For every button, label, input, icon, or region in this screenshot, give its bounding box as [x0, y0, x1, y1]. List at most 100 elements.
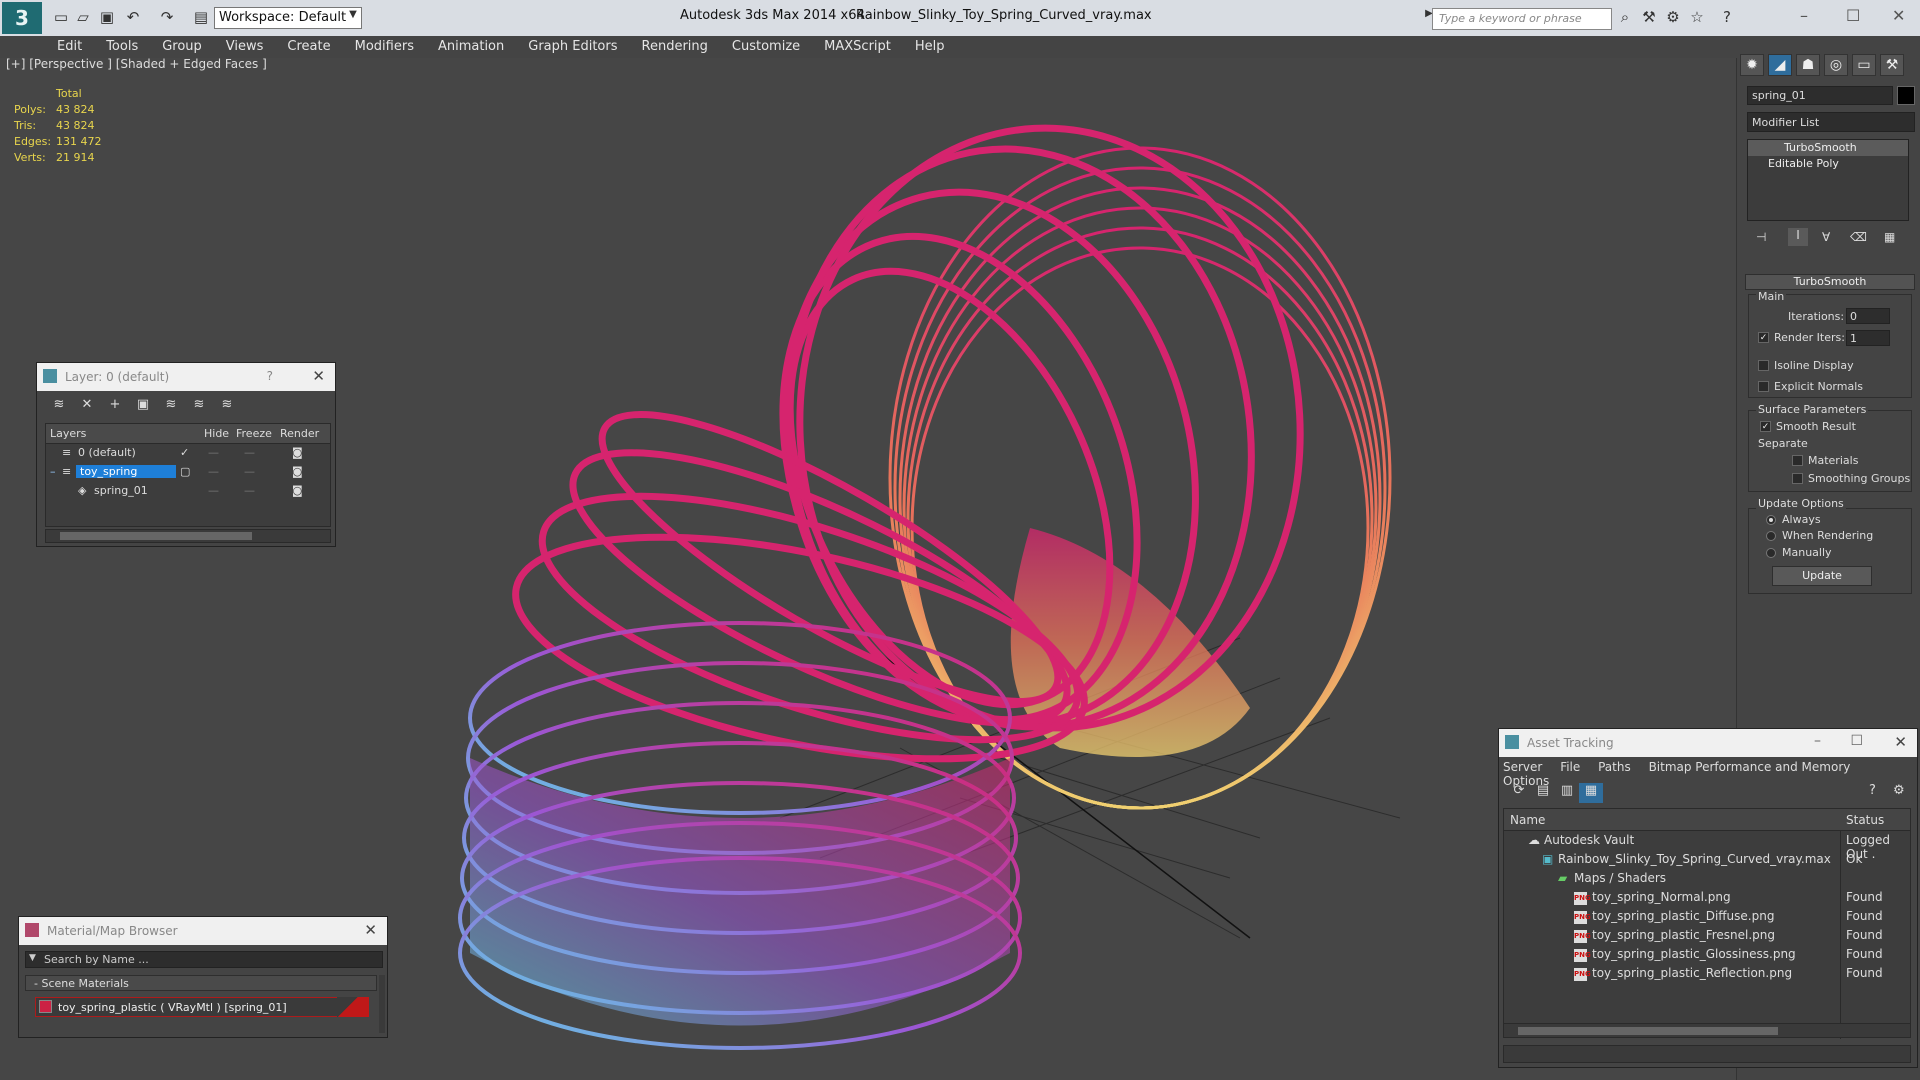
explicit-normals-checkbox[interactable]: [1758, 381, 1769, 392]
menu-animation[interactable]: Animation: [426, 36, 516, 58]
render-toggle-icon[interactable]: ◙: [292, 446, 303, 459]
thumbnail-view-icon[interactable]: ▥: [1555, 783, 1579, 803]
hierarchy-tab-icon[interactable]: ☗: [1796, 54, 1820, 76]
smooth-result-checkbox[interactable]: ✓: [1760, 421, 1771, 432]
asset-row[interactable]: PNG toy_spring_plastic_Fresnel.png Found: [1504, 926, 1910, 945]
subscription-icon[interactable]: ⚒: [1640, 8, 1658, 28]
workspace-dropdown[interactable]: Workspace: Default: [214, 7, 362, 29]
materials-checkbox[interactable]: [1792, 455, 1803, 466]
help-icon[interactable]: ?: [1718, 8, 1736, 28]
create-tab-icon[interactable]: ✹: [1740, 54, 1764, 76]
pin-stack-icon[interactable]: ⊣: [1756, 230, 1766, 244]
hide-toggle[interactable]: —: [208, 446, 219, 459]
hide-column[interactable]: Hide: [204, 427, 229, 440]
new-file-icon[interactable]: ▭: [52, 8, 70, 28]
always-radio[interactable]: [1766, 515, 1776, 525]
maximize-icon[interactable]: ☐: [1850, 733, 1863, 749]
menu-group[interactable]: Group: [150, 36, 214, 58]
show-end-result-icon[interactable]: I: [1788, 228, 1808, 246]
scrollbar-thumb[interactable]: [60, 532, 252, 540]
redo-icon[interactable]: ↷: [158, 8, 176, 28]
asset-row[interactable]: PNG toy_spring_plastic_Diffuse.png Found: [1504, 907, 1910, 926]
asset-row[interactable]: PNG toy_spring_plastic_Reflection.png Fo…: [1504, 964, 1910, 983]
menu-paths[interactable]: Paths: [1598, 760, 1631, 774]
menu-customize[interactable]: Customize: [720, 36, 812, 58]
layer-row[interactable]: ◈ spring_01 — — ◙: [46, 482, 330, 501]
hide-toggle[interactable]: —: [208, 465, 219, 478]
close-icon[interactable]: ✕: [312, 367, 325, 385]
search-input[interactable]: Type a keyword or phrase: [1432, 8, 1612, 30]
layer-row[interactable]: – ≡ toy_spring ▢ — — ◙: [46, 463, 330, 482]
freeze-toggle[interactable]: —: [244, 465, 255, 478]
asset-horizontal-scrollbar[interactable]: [1504, 1023, 1910, 1037]
communication-icon[interactable]: ⚙: [1664, 8, 1682, 28]
when-rendering-radio[interactable]: [1766, 531, 1776, 541]
minimize-icon[interactable]: –: [1800, 6, 1808, 25]
freeze-column[interactable]: Freeze: [236, 427, 272, 440]
material-search-input[interactable]: Search by Name ...: [25, 951, 383, 968]
close-icon[interactable]: ✕: [1892, 6, 1905, 25]
material-item[interactable]: toy_spring_plastic ( VRayMtl ) [spring_0…: [35, 997, 369, 1017]
menu-help[interactable]: Help: [903, 36, 957, 58]
settings-icon[interactable]: ⚙: [1893, 783, 1905, 798]
scene-materials-group[interactable]: - Scene Materials: [25, 975, 377, 991]
scrollbar-thumb[interactable]: [1518, 1027, 1778, 1035]
menu-tools[interactable]: Tools: [94, 36, 150, 58]
render-iters-spinner[interactable]: 1: [1846, 330, 1890, 346]
open-file-icon[interactable]: ▱: [74, 8, 92, 28]
smoothing-groups-checkbox[interactable]: [1792, 473, 1803, 484]
asset-row[interactable]: PNG toy_spring_Normal.png Found: [1504, 888, 1910, 907]
hide-toggle[interactable]: —: [208, 484, 219, 497]
app-logo[interactable]: 3: [2, 2, 42, 34]
collapse-icon[interactable]: –: [50, 465, 56, 478]
project-folder-icon[interactable]: ▤: [192, 8, 210, 28]
utilities-tab-icon[interactable]: ⚒: [1880, 54, 1904, 76]
update-button[interactable]: Update: [1772, 566, 1872, 586]
menu-edit[interactable]: Edit: [45, 36, 94, 58]
object-name[interactable]: spring_01: [94, 484, 148, 497]
active-layer-box[interactable]: ▢: [180, 465, 190, 478]
asset-tracking-titlebar[interactable]: Asset Tracking – ☐ ✕: [1499, 729, 1917, 757]
isoline-display-checkbox[interactable]: [1758, 360, 1769, 371]
menu-modifiers[interactable]: Modifiers: [343, 36, 426, 58]
render-toggle-icon[interactable]: ◙: [292, 465, 303, 478]
manually-radio[interactable]: [1766, 548, 1776, 558]
maximize-icon[interactable]: ☐: [1846, 6, 1860, 25]
layer-dialog-titlebar[interactable]: Layer: 0 (default) ? ✕: [37, 363, 335, 391]
menu-graph-editors[interactable]: Graph Editors: [516, 36, 629, 58]
modify-tab-icon[interactable]: ◢: [1768, 54, 1792, 76]
object-name-field[interactable]: spring_01: [1747, 86, 1893, 105]
options-dropdown-icon[interactable]: ▼: [29, 953, 36, 963]
delete-layer-icon[interactable]: ✕: [73, 397, 101, 412]
render-column[interactable]: Render: [280, 427, 319, 440]
status-column[interactable]: Status: [1846, 813, 1884, 827]
render-iters-checkbox[interactable]: ✓: [1758, 332, 1769, 343]
help-icon[interactable]: ?: [1869, 783, 1876, 798]
render-toggle-icon[interactable]: ◙: [292, 484, 303, 497]
favorites-icon[interactable]: ☆: [1688, 8, 1706, 28]
asset-row[interactable]: ☁ Autodesk Vault Logged Out .: [1504, 831, 1910, 861]
layer-name[interactable]: 0 (default): [78, 446, 136, 459]
refresh-icon[interactable]: ⟳: [1507, 783, 1531, 803]
menu-rendering[interactable]: Rendering: [630, 36, 720, 58]
binoculars-icon[interactable]: ⌕: [1616, 8, 1634, 28]
freeze-toggle[interactable]: —: [244, 484, 255, 497]
layers-column[interactable]: Layers: [50, 427, 86, 440]
menu-bitmap-performance[interactable]: Bitmap Performance and Memory: [1649, 760, 1851, 774]
asset-row[interactable]: PNG toy_spring_plastic_Glossiness.png Fo…: [1504, 945, 1910, 964]
stack-item-turbosmooth[interactable]: TurboSmooth: [1748, 140, 1908, 156]
turbosmooth-rollout-header[interactable]: TurboSmooth: [1745, 274, 1915, 290]
close-icon[interactable]: ✕: [1894, 733, 1907, 751]
display-tab-icon[interactable]: ▭: [1852, 54, 1876, 76]
list-view-icon[interactable]: ▤: [1531, 783, 1555, 803]
modifier-list-dropdown[interactable]: Modifier List: [1747, 112, 1915, 132]
freeze-all-icon[interactable]: ≋: [213, 397, 241, 412]
menu-server[interactable]: Server: [1503, 760, 1542, 774]
minimize-icon[interactable]: –: [1814, 733, 1821, 749]
name-column[interactable]: Name: [1510, 813, 1545, 827]
menu-views[interactable]: Views: [214, 36, 276, 58]
close-icon[interactable]: ✕: [364, 921, 377, 939]
iterations-spinner[interactable]: 0: [1846, 308, 1890, 324]
layer-row[interactable]: ≡ 0 (default) ✓ — — ◙: [46, 444, 330, 463]
active-layer-check-icon[interactable]: ✓: [180, 446, 189, 459]
